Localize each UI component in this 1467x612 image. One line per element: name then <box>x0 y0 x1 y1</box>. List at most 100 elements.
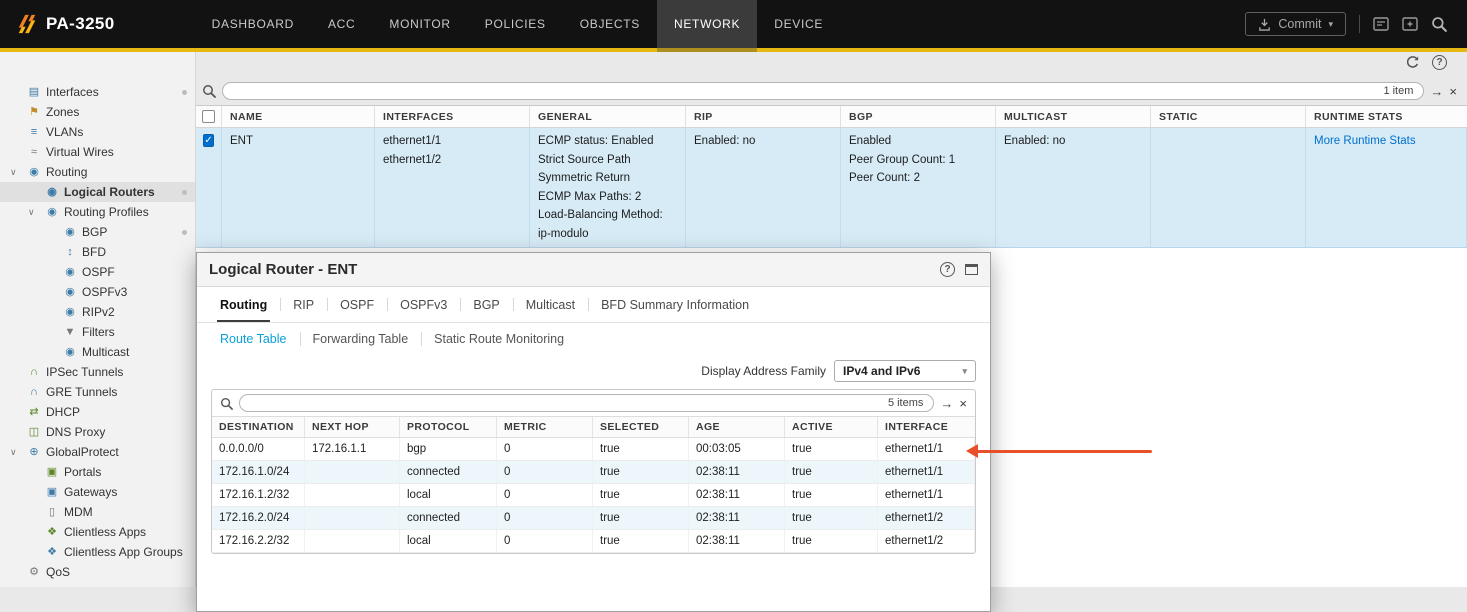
sidebar-item-filters[interactable]: ▼ Filters <box>0 322 195 342</box>
subtab-route-table[interactable]: Route Table <box>207 323 300 355</box>
sidebar-item-qos[interactable]: ⚙ QoS <box>0 562 195 582</box>
sidebar-item-routing[interactable]: ∨ ◉ Routing <box>0 162 195 182</box>
column-header-destination[interactable]: DESTINATION <box>212 417 305 437</box>
column-header-selected[interactable]: SELECTED <box>593 417 689 437</box>
sidebar-item-bgp[interactable]: ◉ BGP <box>0 222 195 242</box>
tab-routing[interactable]: Routing <box>207 287 280 322</box>
sidebar-item-zones[interactable]: ⚑ Zones <box>0 102 195 122</box>
sidebar-item-label: OSPFv3 <box>82 285 127 299</box>
sidebar-item-clientless-app-groups[interactable]: ❖ Clientless App Groups <box>0 542 195 562</box>
sidebar-item-gateways[interactable]: ▣ Gateways <box>0 482 195 502</box>
sidebar-item-bfd[interactable]: ↕ BFD <box>0 242 195 262</box>
chevron-down-icon[interactable]: ∨ <box>10 447 17 458</box>
column-header-active[interactable]: ACTIVE <box>785 417 878 437</box>
route-row[interactable]: 172.16.2.0/24 connected 0 true 02:38:11 … <box>212 507 975 530</box>
gre-tunnels-icon: ∩ <box>26 387 42 398</box>
subtab-static-route-monitoring[interactable]: Static Route Monitoring <box>421 323 577 355</box>
refresh-icon[interactable] <box>1405 55 1420 70</box>
route-search-input[interactable] <box>250 397 880 409</box>
chevron-down-icon: ▾ <box>962 366 967 377</box>
sidebar-item-clientless-apps[interactable]: ❖ Clientless Apps <box>0 522 195 542</box>
sidebar-item-logical-routers[interactable]: ◉ Logical Routers <box>0 182 195 202</box>
router-name: ENT <box>230 132 366 151</box>
chevron-down-icon[interactable]: ∨ <box>10 167 17 178</box>
sidebar-item-lldp[interactable]: ▤ LLDP <box>0 582 195 587</box>
sidebar-item-portals[interactable]: ▣ Portals <box>0 462 195 482</box>
tab-ospfv3[interactable]: OSPFv3 <box>387 287 460 322</box>
column-header-multicast[interactable]: MULTICAST <box>996 106 1151 127</box>
column-header-rip[interactable]: RIP <box>686 106 841 127</box>
cell-destination: 172.16.1.0/24 <box>212 461 305 483</box>
header-divider <box>1359 15 1360 33</box>
column-header-runtime-stats[interactable]: RUNTIME STATS <box>1306 106 1467 127</box>
nav-network[interactable]: NETWORK <box>657 0 757 48</box>
column-header-next-hop[interactable]: NEXT HOP <box>305 417 400 437</box>
tab-bgp[interactable]: BGP <box>460 287 512 322</box>
cell-protocol: local <box>400 484 497 506</box>
chevron-down-icon[interactable]: ∨ <box>28 207 35 218</box>
sidebar-item-routing-profiles[interactable]: ∨ ◉ Routing Profiles <box>0 202 195 222</box>
sidebar-item-label: Routing <box>46 165 87 179</box>
clear-filter-icon[interactable]: × <box>959 397 967 410</box>
nav-device[interactable]: DEVICE <box>757 0 840 48</box>
tab-multicast[interactable]: Multicast <box>513 287 588 322</box>
sidebar-item-ipsec-tunnels[interactable]: ∩ IPSec Tunnels <box>0 362 195 382</box>
dialog-help-icon[interactable]: ? <box>940 262 955 277</box>
sidebar-item-interfaces[interactable]: ▤ Interfaces <box>0 82 195 102</box>
column-header-protocol[interactable]: PROTOCOL <box>400 417 497 437</box>
route-row[interactable]: 172.16.1.2/32 local 0 true 02:38:11 true… <box>212 484 975 507</box>
tab-bfd-summary[interactable]: BFD Summary Information <box>588 287 762 322</box>
global-search-icon[interactable] <box>1431 16 1447 32</box>
column-header-metric[interactable]: METRIC <box>497 417 593 437</box>
sidebar-item-label: Gateways <box>64 485 117 499</box>
nav-objects[interactable]: OBJECTS <box>563 0 657 48</box>
sidebar-item-ripv2[interactable]: ◉ RIPv2 <box>0 302 195 322</box>
address-family-select[interactable]: IPv4 and IPv6 ▾ <box>834 360 976 382</box>
tab-rip[interactable]: RIP <box>280 287 327 322</box>
tab-ospf[interactable]: OSPF <box>327 287 387 322</box>
sidebar-item-dhcp[interactable]: ⇄ DHCP <box>0 402 195 422</box>
row-checkbox[interactable]: ✓ <box>203 134 213 147</box>
cell-age: 00:03:05 <box>689 438 785 460</box>
nav-acc[interactable]: ACC <box>311 0 372 48</box>
column-header-static[interactable]: STATIC <box>1151 106 1306 127</box>
apply-filter-icon[interactable]: → <box>1430 85 1443 98</box>
nav-policies[interactable]: POLICIES <box>468 0 563 48</box>
column-header-general[interactable]: GENERAL <box>530 106 686 127</box>
sidebar-item-ospfv3[interactable]: ◉ OSPFv3 <box>0 282 195 302</box>
apply-filter-icon[interactable]: → <box>940 397 953 410</box>
sidebar-item-virtual-wires[interactable]: ≈ Virtual Wires <box>0 142 195 162</box>
new-window-icon[interactable] <box>1402 17 1418 31</box>
sidebar-item-globalprotect[interactable]: ∨ ⊕ GlobalProtect <box>0 442 195 462</box>
route-row[interactable]: 0.0.0.0/0 172.16.1.1 bgp 0 true 00:03:05… <box>212 438 975 461</box>
nav-dashboard[interactable]: DASHBOARD <box>195 0 311 48</box>
column-header-bgp[interactable]: BGP <box>841 106 996 127</box>
column-header-age[interactable]: AGE <box>689 417 785 437</box>
commit-button[interactable]: Commit ▾ <box>1245 12 1346 36</box>
sidebar-item-vlans[interactable]: ≡ VLANs <box>0 122 195 142</box>
select-all-checkbox[interactable] <box>202 110 215 123</box>
tasks-icon[interactable] <box>1373 17 1389 31</box>
sidebar-item-multicast[interactable]: ◉ Multicast <box>0 342 195 362</box>
sidebar-item-ospf[interactable]: ◉ OSPF <box>0 262 195 282</box>
dialog-maximize-icon[interactable] <box>965 264 978 275</box>
nav-monitor[interactable]: MONITOR <box>372 0 467 48</box>
dialog-title-bar: Logical Router - ENT ? <box>197 253 990 287</box>
column-header-interface[interactable]: INTERFACE <box>878 417 975 437</box>
search-input[interactable] <box>233 85 1375 97</box>
route-row[interactable]: 172.16.2.2/32 local 0 true 02:38:11 true… <box>212 530 975 553</box>
clear-filter-icon[interactable]: × <box>1449 85 1457 98</box>
subtab-forwarding-table[interactable]: Forwarding Table <box>300 323 422 355</box>
help-icon[interactable]: ? <box>1432 55 1447 70</box>
route-row[interactable]: 172.16.1.0/24 connected 0 true 02:38:11 … <box>212 461 975 484</box>
sidebar-item-mdm[interactable]: ▯ MDM <box>0 502 195 522</box>
table-row-ent[interactable]: ✓ ENT ethernet1/1 ethernet1/2 ECMP statu… <box>196 128 1467 248</box>
multicast-icon: ◉ <box>62 347 78 358</box>
status-dot <box>182 90 187 95</box>
sidebar-item-gre-tunnels[interactable]: ∩ GRE Tunnels <box>0 382 195 402</box>
column-header-name[interactable]: NAME <box>222 106 375 127</box>
column-header-interfaces[interactable]: INTERFACES <box>375 106 530 127</box>
more-runtime-stats-link[interactable]: More Runtime Stats <box>1314 135 1416 147</box>
sidebar-item-label: Filters <box>82 325 115 339</box>
sidebar-item-dns-proxy[interactable]: ◫ DNS Proxy <box>0 422 195 442</box>
